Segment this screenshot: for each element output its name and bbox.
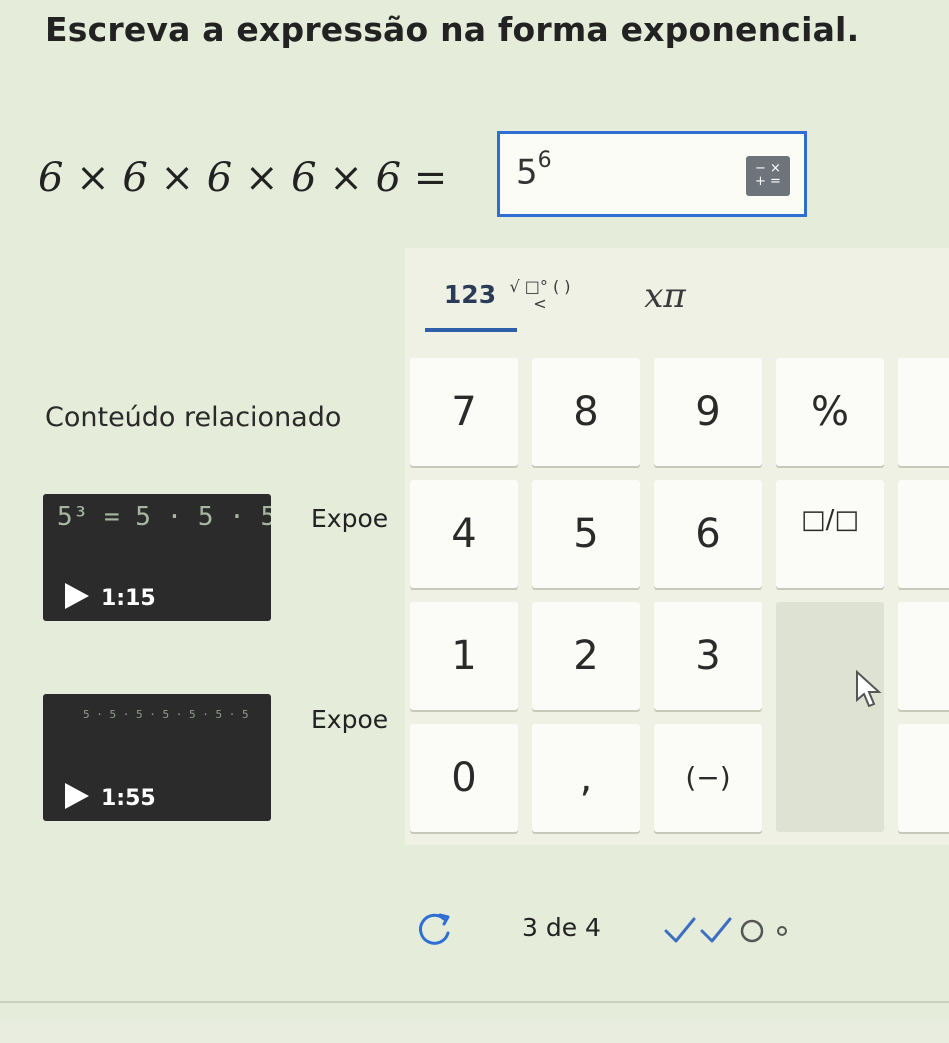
key-8[interactable]: 8 <box>532 358 640 466</box>
video-title-2[interactable]: Expoe <box>311 705 388 734</box>
answer-base: 5 <box>516 152 538 193</box>
pending-step-icon <box>777 926 787 936</box>
key-0[interactable]: 0 <box>410 724 518 832</box>
key-5[interactable]: 5 <box>532 480 640 588</box>
key-partial-right[interactable] <box>898 724 949 832</box>
key-partial-right[interactable] <box>898 480 949 588</box>
mouse-cursor-icon <box>856 670 882 708</box>
key-2[interactable]: 2 <box>532 602 640 710</box>
play-icon <box>65 783 89 809</box>
fraction-icon: □/□ <box>801 505 859 535</box>
tab-numbers[interactable]: 123 <box>425 280 515 309</box>
key-3[interactable]: 3 <box>654 602 762 710</box>
answer-input[interactable]: 56 − × + = <box>497 131 807 217</box>
key-partial-right[interactable] <box>898 358 949 466</box>
math-expression: 6 × 6 × 6 × 6 × 6 = <box>38 155 448 201</box>
check-icon <box>700 917 732 943</box>
question-prompt: Escreva a expressão na forma exponencial… <box>45 10 860 49</box>
video-thumbnail-2[interactable]: 5 · 5 · 5 · 5 · 5 · 5 · 5 1:55 <box>43 694 271 821</box>
key-1[interactable]: 1 <box>410 602 518 710</box>
video-thumbnail-text: 5 · 5 · 5 · 5 · 5 · 5 · 5 <box>83 708 249 721</box>
video-thumbnail-1[interactable]: 5³ = 5 · 5 · 5 1:15 <box>43 494 271 621</box>
key-9[interactable]: 9 <box>654 358 762 466</box>
key-negative[interactable]: (−) <box>654 724 762 832</box>
video-thumbnail-text: 5³ = 5 · 5 · 5 <box>57 502 271 532</box>
key-percent[interactable]: % <box>776 358 884 466</box>
current-step-icon <box>740 919 764 943</box>
progress-indicators <box>664 917 787 943</box>
progress-text: 3 de 4 <box>522 913 601 942</box>
answer-exponent: 6 <box>537 148 552 173</box>
tab-functions[interactable]: √ □° ( ) < <box>505 278 575 312</box>
play-icon <box>65 583 89 609</box>
active-tab-indicator <box>425 328 517 332</box>
check-icon <box>664 917 696 943</box>
refresh-icon[interactable] <box>414 909 454 949</box>
video-duration: 1:55 <box>101 786 156 811</box>
tab-variables[interactable]: xπ <box>620 276 710 316</box>
tab-functions-label: √ □° ( ) < <box>509 277 571 313</box>
key-enter[interactable] <box>776 602 884 832</box>
video-title-1[interactable]: Expoe <box>311 504 388 533</box>
key-4[interactable]: 4 <box>410 480 518 588</box>
key-6[interactable]: 6 <box>654 480 762 588</box>
key-7[interactable]: 7 <box>410 358 518 466</box>
key-fraction[interactable]: □/□ <box>776 480 884 588</box>
related-content-heading: Conteúdo relacionado <box>45 402 342 433</box>
key-comma[interactable]: , <box>532 724 640 832</box>
divider <box>0 1001 949 1003</box>
keypad-tabs: 123 √ □° ( ) < xπ <box>405 248 949 348</box>
keypad-toggle-symbols-bottom: + = <box>755 174 781 189</box>
keypad-keys: 7 8 9 % 4 5 6 □/□ 1 2 3 0 , (−) <box>405 355 949 840</box>
keypad-toggle-button[interactable]: − × + = <box>746 156 790 196</box>
video-duration: 1:15 <box>101 586 156 611</box>
progress-bar: 3 de 4 <box>414 905 834 955</box>
key-partial-right[interactable] <box>898 602 949 710</box>
bottom-strip <box>0 1020 949 1043</box>
answer-value: 56 <box>516 148 552 193</box>
